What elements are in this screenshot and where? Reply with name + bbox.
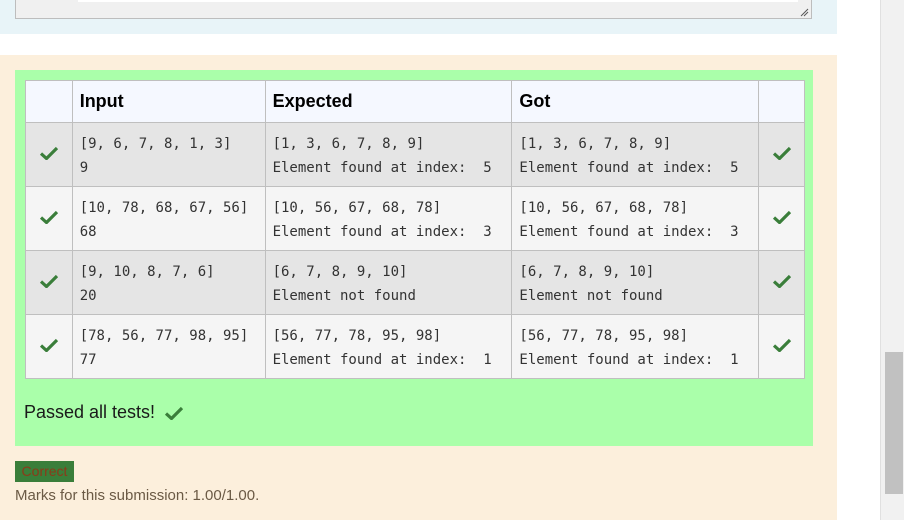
input-cell: [9, 10, 8, 7, 6] 20 <box>71 250 266 315</box>
header-result <box>758 80 805 123</box>
table-row: [9, 6, 7, 8, 1, 3] 9 [1, 3, 6, 7, 8, 9] El… <box>25 122 805 187</box>
expected-cell: [6, 7, 8, 9, 10] Element not found <box>264 250 513 315</box>
check-icon <box>772 146 791 161</box>
correct-badge: Correct <box>15 461 74 482</box>
table-header-row: Input Expected Got <box>25 80 805 123</box>
check-icon <box>772 338 791 353</box>
expected-cell: [1, 3, 6, 7, 8, 9] Element found at index… <box>264 122 513 187</box>
input-cell: [78, 56, 77, 98, 95] 77 <box>71 314 266 379</box>
table-row: [9, 10, 8, 7, 6] 20 [6, 7, 8, 9, 10] Eleme… <box>25 250 805 315</box>
header-got: Got <box>511 80 760 123</box>
passed-all-tests: Passed all tests! <box>24 402 184 423</box>
check-icon <box>39 146 58 161</box>
input-cell: [10, 78, 68, 67, 56] 68 <box>71 186 266 251</box>
check-icon <box>772 274 791 289</box>
check-icon <box>39 274 58 289</box>
table-row: [78, 56, 77, 98, 95] 77 [56, 77, 78, 95, … <box>25 314 805 379</box>
header-expected: Expected <box>264 80 513 123</box>
got-cell: [10, 56, 67, 68, 78] Element found at ind… <box>511 186 760 251</box>
header-status <box>25 80 73 123</box>
got-cell: [1, 3, 6, 7, 8, 9] Element found at index… <box>511 122 760 187</box>
check-icon <box>39 210 58 225</box>
scrollbar-thumb[interactable] <box>885 352 903 494</box>
answer-textarea[interactable] <box>15 0 812 19</box>
check-icon <box>772 210 791 225</box>
test-results-table: Input Expected Got [9, 6, 7, 8, 1, 3] 9 [… <box>25 80 805 379</box>
expected-cell: [56, 77, 78, 95, 98] Element found at ind… <box>264 314 513 379</box>
feedback-panel: Input Expected Got [9, 6, 7, 8, 1, 3] 9 [… <box>0 55 837 520</box>
answer-textarea-inner <box>78 0 798 2</box>
resize-grip-icon[interactable] <box>799 7 809 17</box>
table-row: [10, 78, 68, 67, 56] 68 [10, 56, 67, 68, … <box>25 186 805 251</box>
got-cell: [6, 7, 8, 9, 10] Element not found <box>511 250 760 315</box>
got-cell: [56, 77, 78, 95, 98] Element found at ind… <box>511 314 760 379</box>
header-input: Input <box>71 80 266 123</box>
passed-text: Passed all tests! <box>24 402 156 422</box>
expected-cell: [10, 56, 67, 68, 78] Element found at ind… <box>264 186 513 251</box>
check-icon <box>39 338 58 353</box>
marks-text: Marks for this submission: 1.00/1.00. <box>15 487 260 504</box>
test-results-box: Input Expected Got [9, 6, 7, 8, 1, 3] 9 [… <box>15 70 813 446</box>
check-icon <box>165 406 184 420</box>
answer-panel <box>0 0 837 34</box>
input-cell: [9, 6, 7, 8, 1, 3] 9 <box>71 122 266 187</box>
